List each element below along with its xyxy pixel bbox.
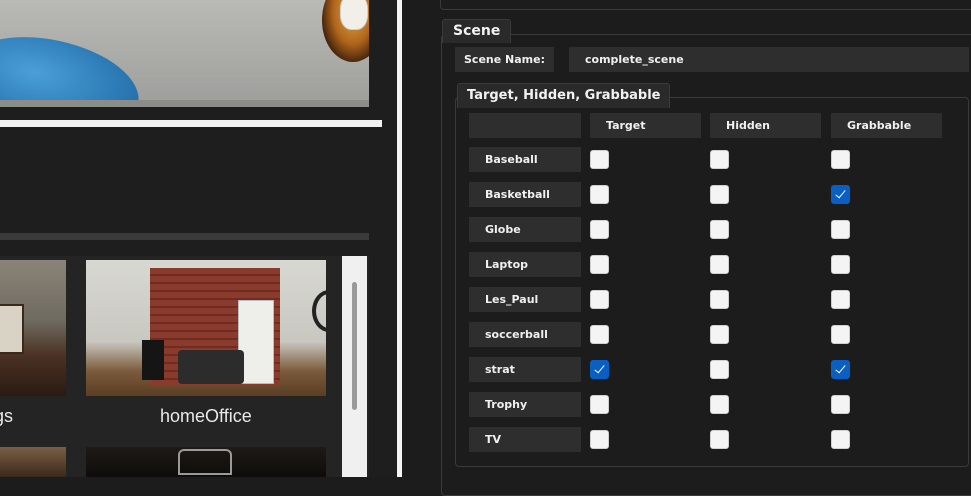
gallery-thumbnail-homeoffice[interactable]	[86, 260, 326, 396]
scene-viewport[interactable]	[0, 0, 369, 107]
hidden-checkbox-laptop[interactable]	[710, 255, 729, 274]
gallery-label-homeoffice[interactable]: homeOffice	[160, 406, 252, 427]
right-pane: Scene Scene Name: complete_scene Target,…	[402, 0, 971, 496]
column-header-grabbable: Grabbable	[831, 113, 942, 138]
viewport-blue-object	[0, 22, 148, 107]
panel-splitter[interactable]	[0, 233, 369, 240]
gallery-thumbnail-next-a[interactable]	[0, 447, 66, 477]
target-checkbox-globe[interactable]	[590, 220, 609, 239]
row-label-baseball: Baseball	[469, 147, 581, 172]
row-label-soccerball: soccerball	[469, 322, 581, 347]
gallery-thumbnail-next-b[interactable]	[86, 447, 326, 477]
gallery-scrollbar[interactable]	[342, 256, 367, 477]
gallery-scrollbar-thumb[interactable]	[352, 282, 357, 410]
hidden-checkbox-baseball[interactable]	[710, 150, 729, 169]
target-checkbox-laptop[interactable]	[590, 255, 609, 274]
properties-group-title: Target, Hidden, Grabbable	[457, 83, 671, 108]
thumbnail-chandelier	[178, 449, 232, 475]
thumbnail-sofa	[178, 350, 244, 384]
hidden-checkbox-tv[interactable]	[710, 430, 729, 449]
row-label-strat: strat	[469, 357, 581, 382]
hidden-checkbox-soccerball[interactable]	[710, 325, 729, 344]
target-checkbox-basketball[interactable]	[590, 185, 609, 204]
grabbable-checkbox-globe[interactable]	[831, 220, 850, 239]
grabbable-checkbox-laptop[interactable]	[831, 255, 850, 274]
scene-name-field[interactable]: complete_scene	[569, 47, 969, 72]
target-checkbox-soccerball[interactable]	[590, 325, 609, 344]
viewport-guitar-pickguard	[340, 0, 368, 30]
hidden-checkbox-trophy[interactable]	[710, 395, 729, 414]
thumbnail-wall-frame	[0, 304, 24, 354]
scene-name-label: Scene Name:	[455, 47, 554, 72]
column-header-target: Target	[590, 113, 701, 138]
grabbable-checkbox-les_paul[interactable]	[831, 290, 850, 309]
row-label-laptop: Laptop	[469, 252, 581, 277]
grabbable-checkbox-soccerball[interactable]	[831, 325, 850, 344]
hidden-checkbox-globe[interactable]	[710, 220, 729, 239]
target-checkbox-strat[interactable]	[590, 360, 609, 379]
target-checkbox-trophy[interactable]	[590, 395, 609, 414]
row-label-basketball: Basketball	[469, 182, 581, 207]
hidden-checkbox-strat[interactable]	[710, 360, 729, 379]
hidden-checkbox-les_paul[interactable]	[710, 290, 729, 309]
table-corner-cell	[469, 113, 581, 138]
grabbable-checkbox-strat[interactable]	[831, 360, 850, 379]
grabbable-checkbox-trophy[interactable]	[831, 395, 850, 414]
left-pane: gs homeOffice	[0, 0, 397, 477]
thumbnail-stove	[142, 340, 164, 380]
thumbnail-bike	[312, 290, 326, 332]
hidden-checkbox-basketball[interactable]	[710, 185, 729, 204]
viewport-splitter[interactable]	[0, 120, 382, 127]
row-label-les_paul: Les_Paul	[469, 287, 581, 312]
grabbable-checkbox-baseball[interactable]	[831, 150, 850, 169]
row-label-trophy: Trophy	[469, 392, 581, 417]
previous-group-box	[440, 0, 971, 10]
row-label-globe: Globe	[469, 217, 581, 242]
target-checkbox-tv[interactable]	[590, 430, 609, 449]
gallery-thumbnail-gs[interactable]	[0, 260, 66, 396]
grabbable-checkbox-basketball[interactable]	[831, 185, 850, 204]
target-checkbox-les_paul[interactable]	[590, 290, 609, 309]
viewport-floor	[0, 100, 369, 107]
row-label-tv: TV	[469, 427, 581, 452]
scene-group-title: Scene	[442, 19, 512, 43]
scene-gallery: gs homeOffice	[0, 256, 369, 477]
gallery-label-gs[interactable]: gs	[0, 406, 13, 427]
column-header-hidden: Hidden	[710, 113, 821, 138]
target-checkbox-baseball[interactable]	[590, 150, 609, 169]
grabbable-checkbox-tv[interactable]	[831, 430, 850, 449]
